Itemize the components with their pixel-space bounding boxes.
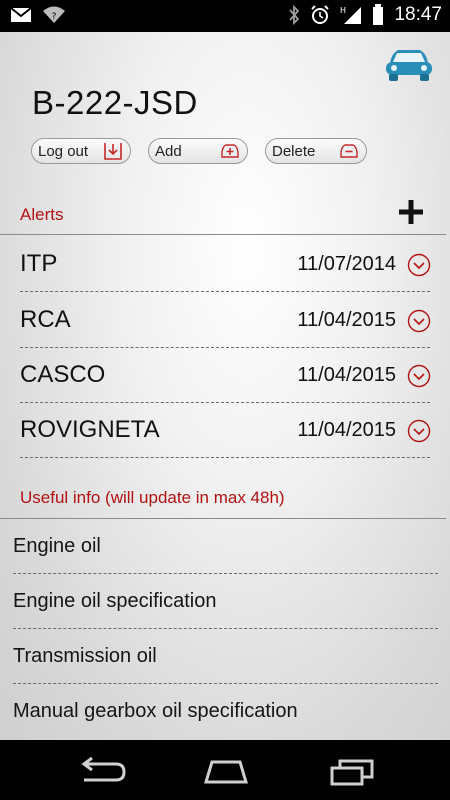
logout-button[interactable]: Log out [31,138,131,164]
status-left: ? [10,6,66,24]
info-row-engine-oil[interactable]: Engine oil [0,519,450,574]
bluetooth-icon [289,5,300,25]
row-separator [20,457,430,458]
alert-name: RCA [20,306,71,333]
back-icon[interactable] [72,754,128,788]
alert-row-rovigneta[interactable]: ROVIGNETA 11/04/2015 [0,402,450,458]
add-label: Add [155,142,182,160]
status-right: H 18:47 [288,4,442,26]
info-label: Engine oil [13,535,101,557]
alert-row-casco[interactable]: CASCO 11/04/2015 [0,347,450,403]
wifi-question-icon: ? [43,6,65,23]
main-content: B-222-JSD Log out Add Delete Alerts ITP … [0,32,450,740]
alert-row-itp[interactable]: ITP 11/07/2014 [0,236,450,292]
add-car-icon [221,144,239,158]
alert-date: 11/07/2014 [297,253,396,275]
info-label: Transmission oil [13,645,157,667]
alert-row-rca[interactable]: RCA 11/04/2015 [0,292,450,348]
info-row-transmission-oil[interactable]: Transmission oil [0,629,450,684]
car-icon[interactable] [384,44,434,82]
signal-icon: H [340,6,362,24]
delete-car-icon [340,144,358,158]
chevron-down-icon[interactable] [407,253,431,277]
alarm-icon [311,5,330,24]
alert-date: 11/04/2015 [297,419,396,441]
alerts-title: Alerts [20,205,64,224]
svg-text:?: ? [52,12,57,22]
info-label: Engine oil specification [13,590,217,612]
alert-name: ITP [20,250,58,277]
chevron-down-icon[interactable] [407,309,431,333]
add-button[interactable]: Add [148,138,248,164]
plate-number: B-222-JSD [32,84,198,121]
delete-button[interactable]: Delete [265,138,367,164]
add-alert-icon[interactable] [396,197,426,227]
home-icon[interactable] [198,754,254,788]
status-bar: ? H 18:47 [0,0,450,32]
delete-label: Delete [272,142,316,160]
email-icon [10,7,32,22]
alerts-divider [0,234,446,235]
alert-date: 11/04/2015 [297,309,396,331]
chevron-down-icon[interactable] [407,364,431,388]
alert-name: ROVIGNETA [20,416,160,443]
navigation-bar [0,740,450,800]
logout-icon [104,143,122,160]
useful-info-title: Useful info (will update in max 48h) [20,488,285,507]
info-row-gearbox-oil-spec[interactable]: Manual gearbox oil specification [0,684,450,739]
info-row-engine-oil-spec[interactable]: Engine oil specification [0,574,450,629]
alert-date: 11/04/2015 [297,364,396,386]
chevron-down-icon[interactable] [407,419,431,443]
logout-label: Log out [38,142,89,160]
recent-apps-icon[interactable] [324,754,380,788]
battery-icon [373,4,384,25]
svg-text:H: H [340,6,346,15]
status-time: 18:47 [394,4,442,25]
alert-name: CASCO [20,361,106,388]
info-label: Manual gearbox oil specification [13,700,298,722]
